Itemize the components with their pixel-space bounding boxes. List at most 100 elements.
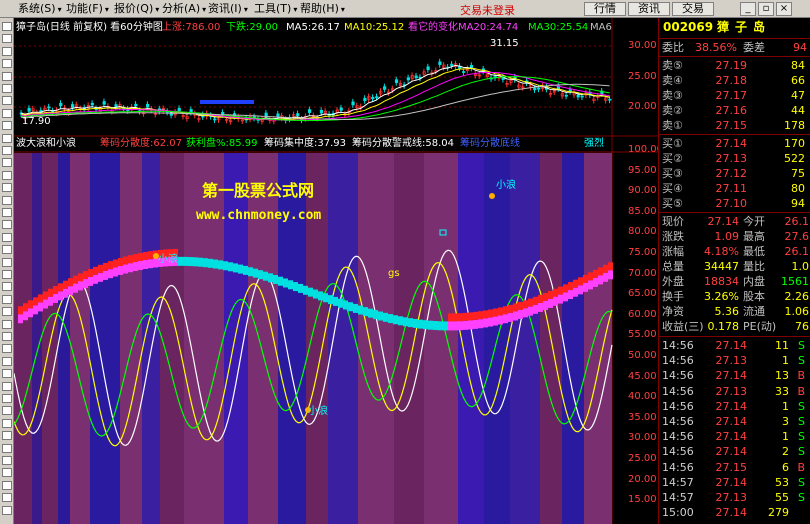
bid-row[interactable]: 买③ 27.12 75: [659, 166, 810, 181]
stat-label: 换手: [662, 290, 684, 303]
toolbar-button[interactable]: [2, 480, 12, 490]
indicator-badge: 强烈: [584, 138, 604, 149]
toolbar-button[interactable]: [2, 46, 12, 56]
candle-body: [564, 94, 568, 97]
menu-system[interactable]: 系统(S) ▾: [18, 2, 62, 16]
tick-time: 14:56: [662, 369, 694, 383]
menu-help[interactable]: 帮助(H) ▾: [300, 2, 345, 16]
menu-tools[interactable]: 工具(T) ▾: [254, 2, 297, 16]
tick-row[interactable]: 14:56 27.13 33 B: [659, 384, 810, 399]
bid-row[interactable]: 买① 27.14 170: [659, 136, 810, 151]
tick-row[interactable]: 14:57 27.14 53 S: [659, 475, 810, 490]
bid-row[interactable]: 买⑤ 27.10 94: [659, 196, 810, 211]
toolbar-button[interactable]: [2, 220, 12, 230]
close-icon[interactable]: ×: [776, 2, 792, 16]
toolbar-button[interactable]: [2, 468, 12, 478]
ask-row[interactable]: 卖① 27.15 178: [659, 118, 810, 133]
restore-icon[interactable]: ▫: [758, 2, 774, 16]
toolbar-button[interactable]: [2, 183, 12, 193]
toolbar-button[interactable]: [2, 208, 12, 217]
toolbar-button[interactable]: [2, 381, 12, 391]
toolbar-button[interactable]: [2, 456, 12, 465]
indicator-y-tick: 55.00: [628, 329, 657, 341]
ask-label: 卖②: [662, 104, 683, 117]
bid-row[interactable]: 买② 27.13 522: [659, 151, 810, 166]
tick-row[interactable]: 14:56 27.14 3 S: [659, 414, 810, 429]
toolbar-button[interactable]: [2, 356, 12, 366]
toolbar-button[interactable]: [2, 158, 12, 168]
toolbar-button[interactable]: [2, 493, 12, 503]
toolbar-button[interactable]: [2, 344, 12, 354]
toolbar-button[interactable]: [2, 170, 12, 180]
ask-price: 27.16: [715, 104, 748, 117]
toolbar-button[interactable]: [2, 394, 12, 403]
bid-row[interactable]: 买④ 27.11 80: [659, 181, 810, 196]
big-wave-step: [603, 272, 608, 282]
toolbar-button[interactable]: [2, 71, 12, 81]
toolbar-button[interactable]: [2, 232, 12, 242]
menu-function[interactable]: 功能(F) ▾: [66, 2, 109, 16]
candle-body: [146, 103, 150, 108]
tick-row[interactable]: 15:00 27.14 279: [659, 505, 810, 520]
big-wave-fill: [463, 312, 468, 321]
account-status[interactable]: 交易未登录: [460, 2, 515, 18]
tick-row[interactable]: 14:56 27.14 1 S: [659, 399, 810, 414]
toolbar-button[interactable]: [2, 195, 12, 205]
minimize-icon[interactable]: _: [740, 2, 756, 16]
toolbar-button[interactable]: [2, 431, 12, 441]
toolbar-button[interactable]: [2, 146, 12, 155]
toolbar-button[interactable]: [2, 369, 12, 379]
tick-row[interactable]: 14:56 27.15 6 B: [659, 460, 810, 475]
tick-side: S: [798, 491, 805, 504]
big-wave-step: [453, 321, 458, 331]
toolbar-button[interactable]: [2, 121, 12, 131]
toolbar-button[interactable]: [2, 245, 12, 255]
menu-quote[interactable]: 报价(Q) ▾: [114, 2, 159, 16]
toolbar-button[interactable]: [2, 282, 12, 292]
chart-canvas[interactable]: [14, 18, 658, 524]
tick-row[interactable]: 14:56 27.13 1 S: [659, 353, 810, 368]
toolbar-button[interactable]: [2, 96, 12, 106]
toolbar-button[interactable]: [2, 270, 12, 279]
toolbar-button[interactable]: [2, 505, 12, 515]
tick-row[interactable]: 14:56 27.14 1 S: [659, 429, 810, 444]
toolbar-button[interactable]: [2, 108, 12, 118]
big-wave-step: [118, 265, 123, 275]
toolbar-button[interactable]: [2, 22, 12, 31]
news-button[interactable]: 资讯: [628, 2, 670, 16]
toolbar-button[interactable]: [2, 84, 12, 93]
chart-area[interactable]: 獐子岛(日线 前复权) 看60分钟图 上涨:786.00 下跌:29.00 MA…: [14, 18, 680, 524]
toolbar-button[interactable]: [2, 418, 12, 428]
toolbar-button[interactable]: [2, 319, 12, 329]
toolbar-button[interactable]: [2, 59, 12, 69]
ask-row[interactable]: 卖⑤ 27.19 84: [659, 58, 810, 73]
ask-row[interactable]: 卖② 27.16 44: [659, 103, 810, 118]
menu-info[interactable]: 资讯(I) ▾: [208, 2, 248, 16]
tick-row[interactable]: 14:56 27.14 2 S: [659, 444, 810, 459]
toolbar-button[interactable]: [2, 34, 12, 44]
big-wave-fill: [103, 262, 108, 271]
ask-row[interactable]: 卖③ 27.17 47: [659, 88, 810, 103]
stat-value: 18834: [704, 275, 739, 288]
toolbar-button[interactable]: [2, 307, 12, 317]
stock-header[interactable]: 002069 獐子岛: [659, 20, 810, 38]
tick-row[interactable]: 14:57 27.13 55 S: [659, 490, 810, 505]
toolbar-button[interactable]: [2, 332, 12, 341]
menu-analysis[interactable]: 分析(A) ▾: [162, 2, 206, 16]
toolbar-button[interactable]: [2, 406, 12, 416]
tick-row[interactable]: 14:56 27.14 13 B: [659, 368, 810, 383]
big-wave-step: [448, 321, 453, 331]
big-wave-fill: [538, 294, 543, 303]
tick-row[interactable]: 14:56 27.14 11 S: [659, 338, 810, 353]
ask-row[interactable]: 卖④ 27.18 66: [659, 73, 810, 88]
trade-button[interactable]: 交易: [672, 2, 714, 16]
toolbar-button[interactable]: [2, 443, 12, 453]
tick-time: 14:56: [662, 384, 694, 398]
market-button[interactable]: 行情: [584, 2, 626, 16]
big-wave-step: [398, 316, 403, 326]
toolbar-button[interactable]: [2, 257, 12, 267]
toolbar-button[interactable]: [2, 133, 12, 143]
toolbar-button[interactable]: [2, 294, 12, 304]
stat-label: 总量: [662, 260, 684, 273]
stat-value: 3.26%: [704, 290, 739, 303]
